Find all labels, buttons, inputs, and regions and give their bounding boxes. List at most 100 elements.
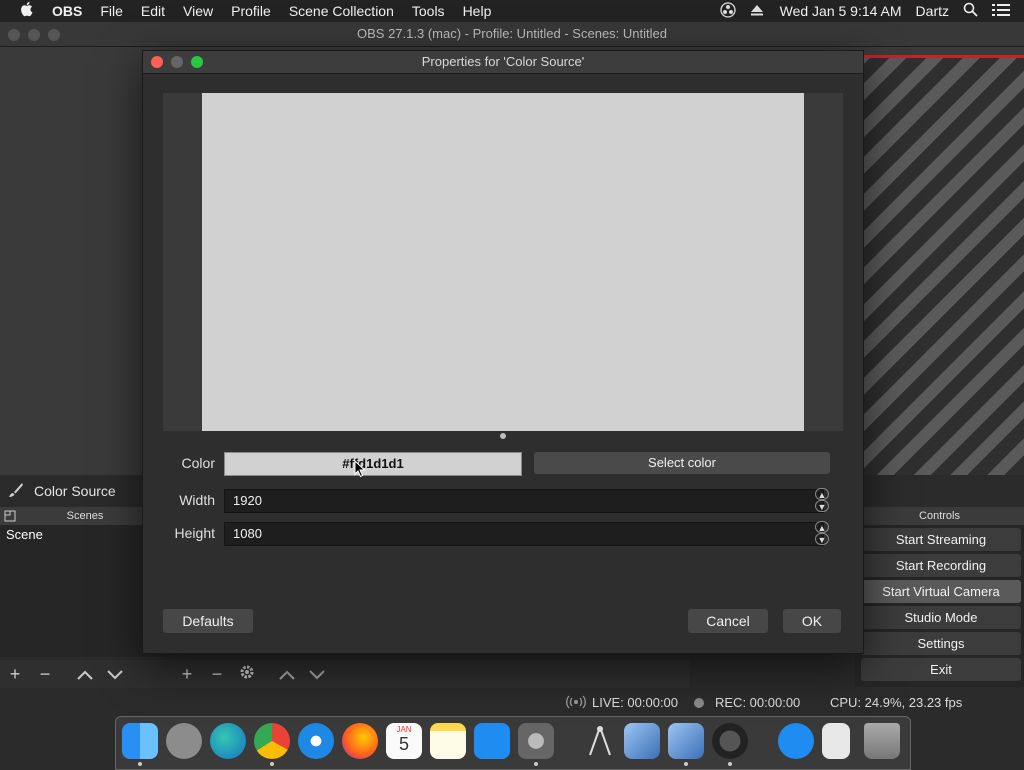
scenes-title: Scenes [66,510,104,522]
finder-running-dot [138,762,142,766]
width-decrement-icon[interactable]: ▼ [815,500,829,512]
dialog-title: Properties for 'Color Source' [421,54,585,69]
width-stepper[interactable]: ▲ ▼ [815,488,829,512]
virtualbox-vm-icon[interactable] [668,723,704,759]
virtualbox-icon[interactable] [624,723,660,759]
macos-dock: JAN 5 [115,716,911,770]
selected-source-label: Color Source [34,483,116,499]
calendar-day: 5 [398,734,409,754]
height-decrement-icon[interactable]: ▼ [815,533,829,545]
edge-icon[interactable] [210,723,246,759]
ok-button[interactable]: OK [783,609,841,633]
menu-clock[interactable]: Wed Jan 5 9:14 AM [780,3,902,19]
start-streaming-button[interactable]: Start Streaming [861,528,1021,551]
properties-dialog: Properties for 'Color Source' Color #ffd… [142,50,864,654]
compass-icon[interactable] [582,723,618,759]
source-down-icon[interactable] [302,664,332,685]
height-increment-icon[interactable]: ▲ [815,521,829,533]
scene-up-icon[interactable] [70,664,100,685]
main-window-title: OBS 27.1.3 (mac) - Profile: Untitled - S… [357,26,667,41]
source-up-icon[interactable] [272,664,302,685]
notes-icon[interactable] [430,723,466,759]
preview-red-border [862,55,1024,58]
add-source-button[interactable]: + [172,664,202,685]
cancel-button[interactable]: Cancel [688,609,768,633]
main-close-button[interactable] [8,29,20,41]
start-virtual-camera-button[interactable]: Start Virtual Camera [861,580,1021,603]
system-preferences-icon[interactable] [518,723,554,759]
color-label: Color [181,455,215,471]
color-preview-fill [202,93,804,431]
live-broadcast-icon [566,695,586,712]
rec-dot-icon [694,698,704,708]
menu-help[interactable]: Help [454,3,501,19]
obs-icon[interactable] [712,723,748,759]
dialog-minimize-button[interactable] [171,56,183,68]
syspref-running-dot [534,762,538,766]
width-label: Width [179,492,215,508]
chrome-running-dot [270,762,274,766]
height-input[interactable]: 1080 [224,522,824,546]
trash-icon[interactable] [864,723,900,759]
remove-source-button[interactable]: − [202,664,232,685]
dialog-close-button[interactable] [151,56,163,68]
status-bar: LIVE: 00:00:00 REC: 00:00:00 CPU: 24.9%,… [0,690,1024,715]
color-value-field[interactable]: #ffd1d1d1 [224,452,522,476]
calendar-icon[interactable]: JAN 5 [386,723,422,759]
menu-bar: OBS File Edit View Profile Scene Collect… [0,0,1024,22]
mouse-pointer-icon [354,459,366,483]
start-recording-button[interactable]: Start Recording [861,554,1021,577]
obs-running-dot [728,762,732,766]
apple-icon[interactable] [0,1,43,21]
document-icon[interactable] [822,723,850,759]
width-input[interactable]: 1920 [224,489,824,513]
menu-view[interactable]: View [174,3,222,19]
dock-undock-icon[interactable] [4,510,16,528]
control-center-icon[interactable] [992,3,1010,20]
main-window-titlebar: OBS 27.1.3 (mac) - Profile: Untitled - S… [0,22,1024,47]
remove-scene-button[interactable]: − [30,664,60,685]
menu-edit[interactable]: Edit [132,3,174,19]
studio-mode-button[interactable]: Studio Mode [861,606,1021,629]
dialog-zoom-button[interactable] [191,56,203,68]
controls-dock: Controls Start Streaming Start Recording… [855,507,1024,687]
source-properties-gear-icon[interactable] [232,664,262,685]
firefox-icon[interactable] [342,723,378,759]
menu-profile[interactable]: Profile [222,3,280,19]
app-store-icon[interactable] [474,723,510,759]
select-color-button[interactable]: Select color [534,452,830,474]
scene-down-icon[interactable] [100,664,130,685]
eject-icon[interactable] [750,3,764,19]
chrome-icon[interactable] [254,723,290,759]
spotlight-search-icon[interactable] [963,2,978,20]
splitter-handle[interactable] [500,433,506,439]
menu-file[interactable]: File [91,3,132,19]
cpu-fps: CPU: 24.9%, 23.23 fps [830,695,963,710]
paintbrush-icon[interactable] [8,482,24,501]
virtualbox-running-dot [684,762,688,766]
app-store-downloads-icon[interactable] [778,723,814,759]
main-zoom-button[interactable] [48,29,60,41]
source-preview [163,93,843,431]
add-scene-button[interactable]: + [0,664,30,685]
app-menu[interactable]: OBS [43,3,91,19]
obs-status-icon[interactable] [719,1,736,21]
preview-stripes [862,55,1024,475]
live-timer: LIVE: 00:00:00 [592,695,679,710]
safari-icon[interactable] [298,723,334,759]
menu-user[interactable]: Dartz [916,3,949,19]
exit-button[interactable]: Exit [861,658,1021,681]
dialog-titlebar: Properties for 'Color Source' [143,51,863,74]
rec-timer: REC: 00:00:00 [715,695,801,710]
finder-icon[interactable] [122,723,158,759]
dock-toolbar: + − + − [0,660,690,688]
settings-button[interactable]: Settings [861,632,1021,655]
main-minimize-button[interactable] [28,29,40,41]
controls-dock-title: Controls [855,507,1024,525]
height-stepper[interactable]: ▲ ▼ [815,521,829,545]
width-increment-icon[interactable]: ▲ [815,488,829,500]
defaults-button[interactable]: Defaults [163,609,253,633]
menu-tools[interactable]: Tools [403,3,454,19]
menu-scene-collection[interactable]: Scene Collection [280,3,403,19]
launchpad-icon[interactable] [166,723,202,759]
